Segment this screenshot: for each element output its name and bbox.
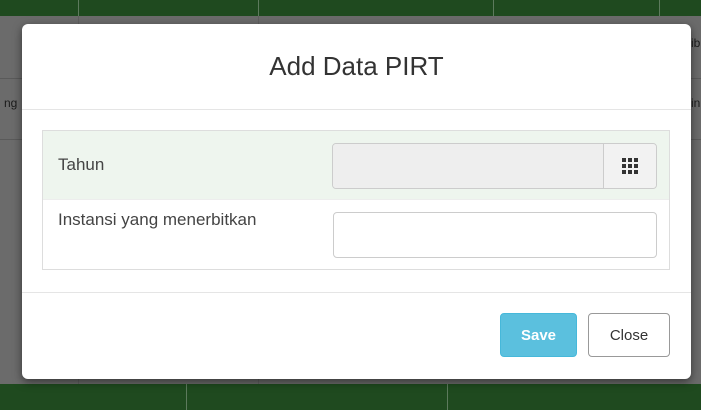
header-divider: [493, 0, 494, 16]
footer-divider: [186, 384, 187, 410]
background-text-fragment: ib: [691, 36, 701, 50]
background-table-footer: [0, 384, 701, 410]
modal-title: Add Data PIRT: [269, 51, 444, 81]
tahun-input-group: [332, 143, 657, 189]
header-divider: [78, 0, 79, 16]
tahun-label: Tahun: [58, 155, 105, 174]
background-table-header: [0, 0, 701, 16]
save-button[interactable]: Save: [500, 313, 577, 357]
form-table: Tahun Instansi yang menerbitkan: [42, 130, 670, 270]
instansi-input[interactable]: [333, 212, 657, 258]
header-divider: [258, 0, 259, 16]
add-data-modal: Add Data PIRT Tahun Instansi yang menerb…: [22, 24, 691, 379]
form-row-tahun: Tahun: [43, 131, 669, 199]
datepicker-button[interactable]: [604, 144, 656, 188]
footer-divider: [447, 384, 448, 410]
background-text-fragment: ng: [4, 96, 18, 110]
calendar-grid-icon: [622, 158, 638, 174]
form-row-instansi: Instansi yang menerbitkan: [43, 199, 669, 269]
header-divider: [659, 0, 660, 16]
close-button[interactable]: Close: [588, 313, 670, 357]
modal-footer: Save Close: [22, 292, 691, 379]
tahun-input[interactable]: [333, 144, 604, 188]
instansi-label: Instansi yang menerbitkan: [58, 210, 257, 229]
background-text-fragment: in: [691, 96, 701, 110]
modal-header: Add Data PIRT: [22, 24, 691, 110]
